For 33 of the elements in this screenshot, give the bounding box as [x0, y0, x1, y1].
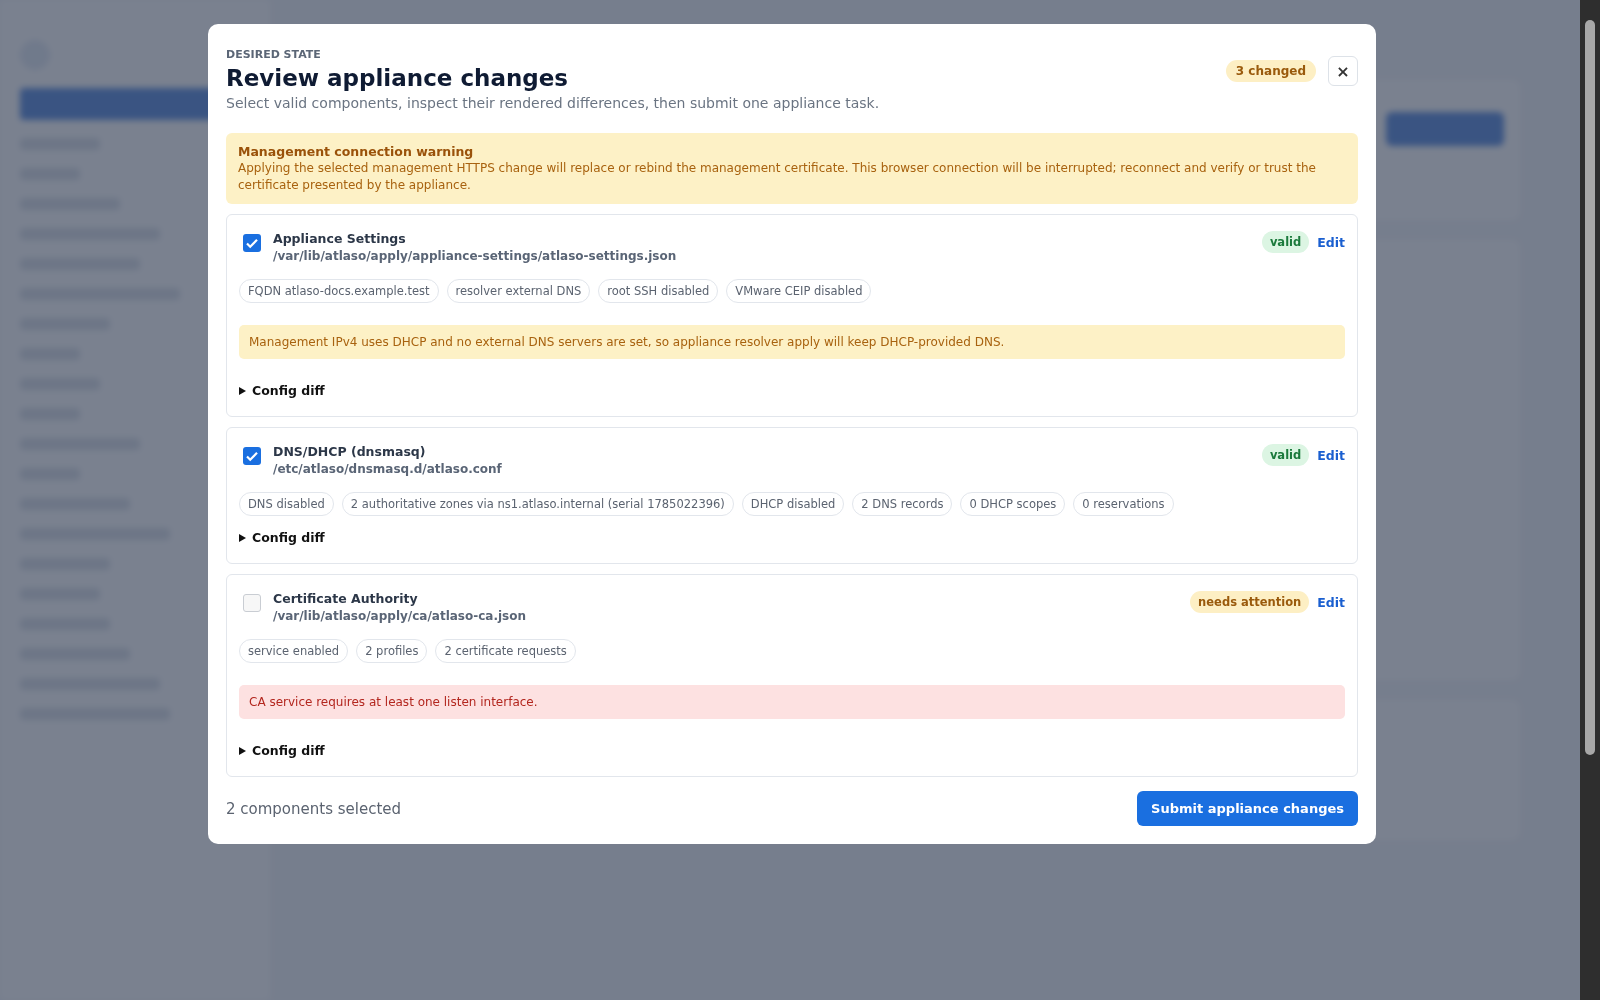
- warning-notice: Management IPv4 uses DHCP and no external DNS servers are set, so appliance resolver apply will keep DHCP-provided DNS.: [239, 325, 1345, 359]
- status-badge: needs attention: [1190, 591, 1310, 613]
- component-name: Appliance Settings: [273, 231, 407, 246]
- dialog-subtitle: Select valid components, inspect their rendered differences, then submit one appliance task.: [226, 95, 881, 111]
- disclosure-triangle-icon: [239, 533, 246, 542]
- disclosure-triangle-icon: [239, 386, 246, 395]
- component-name: DNS/DHCP (dnsmasq): [273, 444, 427, 459]
- edit-link[interactable]: Edit: [1317, 447, 1345, 463]
- close-button[interactable]: ×: [1328, 56, 1358, 86]
- checkbox[interactable]: [243, 594, 261, 612]
- status-badge: valid: [1261, 444, 1310, 466]
- error-notice: CA service requires at least one listen interface.: [239, 685, 1345, 719]
- warning-title: Management connection warning: [238, 143, 475, 160]
- dialog-title: Review appliance changes: [226, 65, 570, 91]
- checkbox[interactable]: [243, 447, 261, 465]
- disclosure-triangle-icon: [239, 746, 246, 755]
- component-name: Certificate Authority: [273, 591, 419, 606]
- edit-link[interactable]: Edit: [1317, 594, 1345, 610]
- component-path: /etc/atlaso/dnsmasq.d/atlaso.conf: [273, 462, 503, 476]
- checkbox[interactable]: [243, 234, 261, 252]
- scrollbar[interactable]: [1580, 0, 1600, 1000]
- config-diff-toggle[interactable]: Config diff: [239, 383, 325, 398]
- component-path: /var/lib/atlaso/apply/appliance-settings/atlaso-settings.json: [273, 249, 678, 263]
- config-diff-toggle[interactable]: Config diff: [239, 530, 325, 545]
- edit-link[interactable]: Edit: [1317, 234, 1345, 250]
- submit-button[interactable]: Submit appliance changes: [1137, 791, 1358, 826]
- status-badge: valid: [1261, 231, 1310, 253]
- warning-text: Applying the selected management HTTPS change will replace or rebind the management certificate. This browser connection will be interrupted; reconnect and verify or trust the certificate presented by the appliance.: [238, 160, 1317, 194]
- component-path: /var/lib/atlaso/apply/ca/atlaso-ca.json: [273, 609, 528, 623]
- config-diff-toggle[interactable]: Config diff: [239, 743, 325, 758]
- dialog-eyebrow: DESIRED STATE: [226, 48, 322, 61]
- changed-badge: 3 changed: [1225, 60, 1316, 82]
- selection-summary: 2 components selected: [226, 799, 402, 818]
